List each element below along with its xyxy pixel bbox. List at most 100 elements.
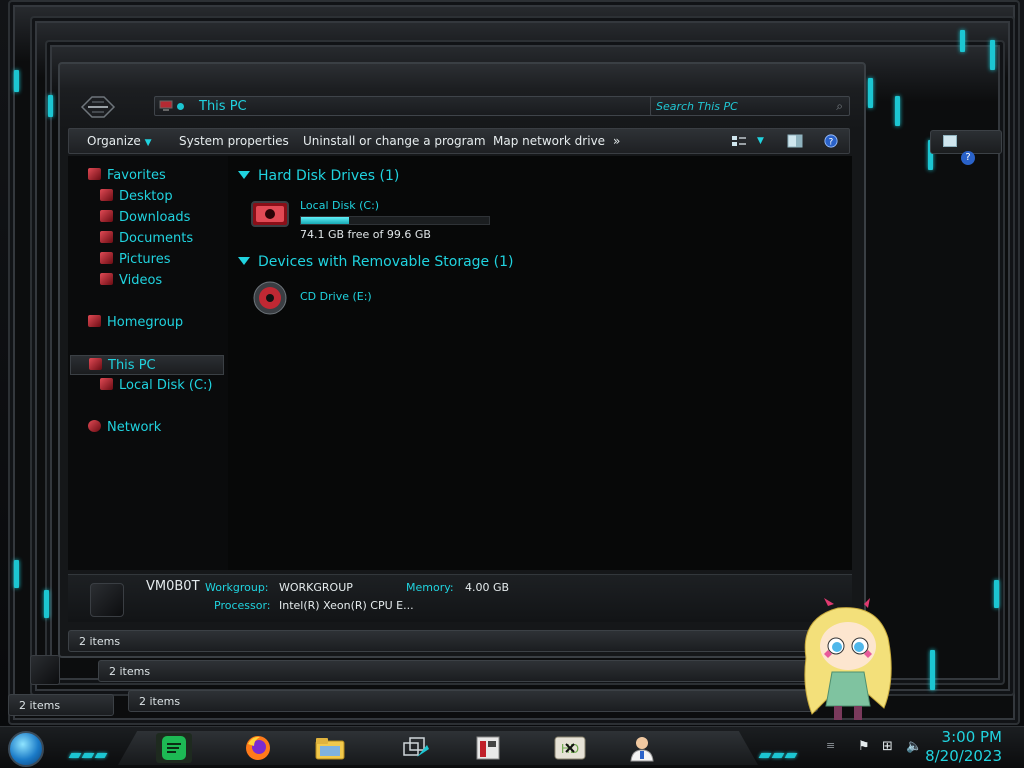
nav-label: Desktop: [119, 189, 173, 204]
taskbar-app-task-view[interactable]: [398, 733, 434, 763]
content-area: Favorites Desktop Downloads Documents Pi…: [68, 156, 852, 570]
help-icon[interactable]: ?: [961, 151, 975, 165]
nav-label: Downloads: [119, 210, 191, 225]
pictures-icon: [100, 252, 113, 264]
network-tray-icon[interactable]: ⊞: [882, 739, 896, 754]
taskbar-app-hd[interactable]: HD: [552, 733, 588, 763]
search-box[interactable]: ⌕: [650, 96, 850, 116]
user-app-icon: [630, 737, 654, 762]
back-forward-emblem-icon[interactable]: [80, 94, 116, 120]
nav-label: Local Disk (C:): [119, 378, 213, 393]
volume-icon[interactable]: 🔈: [906, 739, 922, 754]
hd-app-icon: HD: [554, 736, 586, 760]
organize-button[interactable]: Organize ▼: [87, 134, 152, 148]
taskbar: HD ≡ ⚑ ⊞ 🔈 3:00 PM 8/20/2023: [0, 726, 1024, 768]
computer-icon: [89, 358, 102, 370]
view-dropdown-chevron-icon[interactable]: ▼: [757, 136, 764, 146]
nav-item-downloads[interactable]: Downloads: [100, 210, 190, 230]
nav-label: Pictures: [119, 252, 171, 267]
search-icon[interactable]: ⌕: [836, 99, 843, 114]
group-header-label: Devices with Removable Storage (1): [258, 254, 514, 270]
status-text: 2 items: [79, 635, 121, 648]
desktop-icon: [100, 189, 113, 201]
taskbar-accent-right: [758, 743, 799, 758]
pc-name: VM0B0T: [146, 579, 200, 594]
star-icon: [88, 168, 101, 180]
nav-label: This PC: [108, 358, 156, 373]
status-text: 2 items: [109, 665, 151, 678]
mascot-character-image: [804, 598, 892, 720]
nav-item-local-disk[interactable]: Local Disk (C:): [100, 378, 212, 398]
nav-label: Favorites: [107, 168, 166, 183]
taskbar-accent-left: [68, 743, 109, 758]
nav-item-network[interactable]: Network: [88, 420, 161, 440]
task-view-icon: [403, 737, 429, 757]
clock-date[interactable]: 8/20/2023: [925, 747, 1002, 765]
preview-pane-icon[interactable]: [787, 134, 803, 148]
drive-usage-fill: [301, 217, 350, 224]
file-view: Hard Disk Drives (1) Local Disk (C:) 74.…: [228, 156, 852, 570]
status-text: 2 items: [19, 699, 61, 712]
drive-free-space: 74.1 GB free of 99.6 GB: [300, 228, 431, 241]
drive-usage-bar: [300, 216, 490, 225]
drive-item-cd-drive[interactable]: CD Drive (E:): [228, 276, 528, 320]
start-button[interactable]: [8, 731, 44, 767]
background-statusbar-3: 2 items: [128, 690, 818, 712]
taskbar-app-strip: HD: [118, 731, 758, 765]
nav-label: Homegroup: [107, 315, 184, 330]
organize-label: Organize: [87, 134, 141, 148]
this-pc-window[interactable]: This PC ⌄ ↻ ⌕ Organize ▼ System properti…: [58, 62, 866, 658]
nav-item-videos[interactable]: Videos: [100, 273, 162, 293]
nav-item-favorites[interactable]: Favorites: [88, 168, 166, 188]
green-app-icon: [162, 736, 186, 760]
taskbar-app-file-explorer[interactable]: [312, 733, 348, 763]
address-bar[interactable]: This PC ⌄ ↻: [154, 96, 699, 116]
computer-icon: [159, 100, 173, 111]
navigation-pane: Favorites Desktop Downloads Documents Pi…: [68, 156, 228, 570]
frame-accent: [930, 650, 935, 690]
map-network-drive-button[interactable]: Map network drive: [493, 134, 605, 148]
cd-drive-icon: [253, 281, 287, 315]
drive-name: Local Disk (C:): [300, 199, 380, 212]
hard-drive-icon: [251, 201, 289, 227]
drive-icon: [100, 378, 113, 390]
taskbar-app-firefox[interactable]: [240, 733, 276, 763]
search-input[interactable]: [656, 99, 826, 114]
nav-item-homegroup[interactable]: Homegroup: [88, 315, 183, 335]
nav-item-this-pc[interactable]: This PC: [70, 355, 224, 375]
workgroup-label: Workgroup:: [205, 581, 269, 594]
taskbar-app-5[interactable]: [470, 733, 506, 763]
show-hidden-icons-icon[interactable]: ≡: [826, 739, 840, 753]
layout-icon[interactable]: [943, 135, 957, 147]
app-window-icon: [476, 736, 500, 760]
flag-icon[interactable]: ⚑: [858, 739, 872, 754]
uninstall-program-button[interactable]: Uninstall or change a program: [303, 134, 486, 148]
collapse-icon: [238, 171, 250, 179]
group-header-hard-disks[interactable]: Hard Disk Drives (1): [238, 168, 399, 184]
group-header-removable[interactable]: Devices with Removable Storage (1): [238, 254, 513, 270]
help-icon[interactable]: ?: [823, 134, 839, 148]
clock-time[interactable]: 3:00 PM: [942, 728, 1002, 746]
frame-accent: [14, 560, 19, 588]
frame-accent: [44, 590, 49, 618]
more-commands-button[interactable]: »: [613, 134, 620, 148]
system-properties-button[interactable]: System properties: [179, 134, 289, 148]
processor-label: Processor:: [214, 599, 271, 612]
taskbar-app-user[interactable]: [624, 733, 660, 763]
folder-icon: [315, 738, 345, 760]
nav-item-pictures[interactable]: Pictures: [100, 252, 170, 272]
taskbar-app-1[interactable]: [156, 733, 192, 763]
workgroup-value: WORKGROUP: [279, 581, 353, 594]
background-toolbar: ?: [930, 130, 1002, 165]
drive-item-local-disk[interactable]: Local Disk (C:) 74.1 GB free of 99.6 GB: [228, 186, 528, 242]
nav-label: Documents: [119, 231, 194, 246]
nav-label: Network: [107, 420, 162, 435]
address-path[interactable]: This PC: [199, 99, 247, 114]
nav-item-desktop[interactable]: Desktop: [100, 189, 173, 209]
processor-value: Intel(R) Xeon(R) CPU E...: [279, 599, 414, 612]
nav-item-documents[interactable]: Documents: [100, 231, 193, 251]
command-bar: Organize ▼ System properties Uninstall o…: [68, 128, 850, 154]
svg-text:?: ?: [829, 138, 834, 148]
view-options-icon[interactable]: [731, 134, 747, 148]
background-statusbar-2: 2 items: [98, 660, 828, 682]
